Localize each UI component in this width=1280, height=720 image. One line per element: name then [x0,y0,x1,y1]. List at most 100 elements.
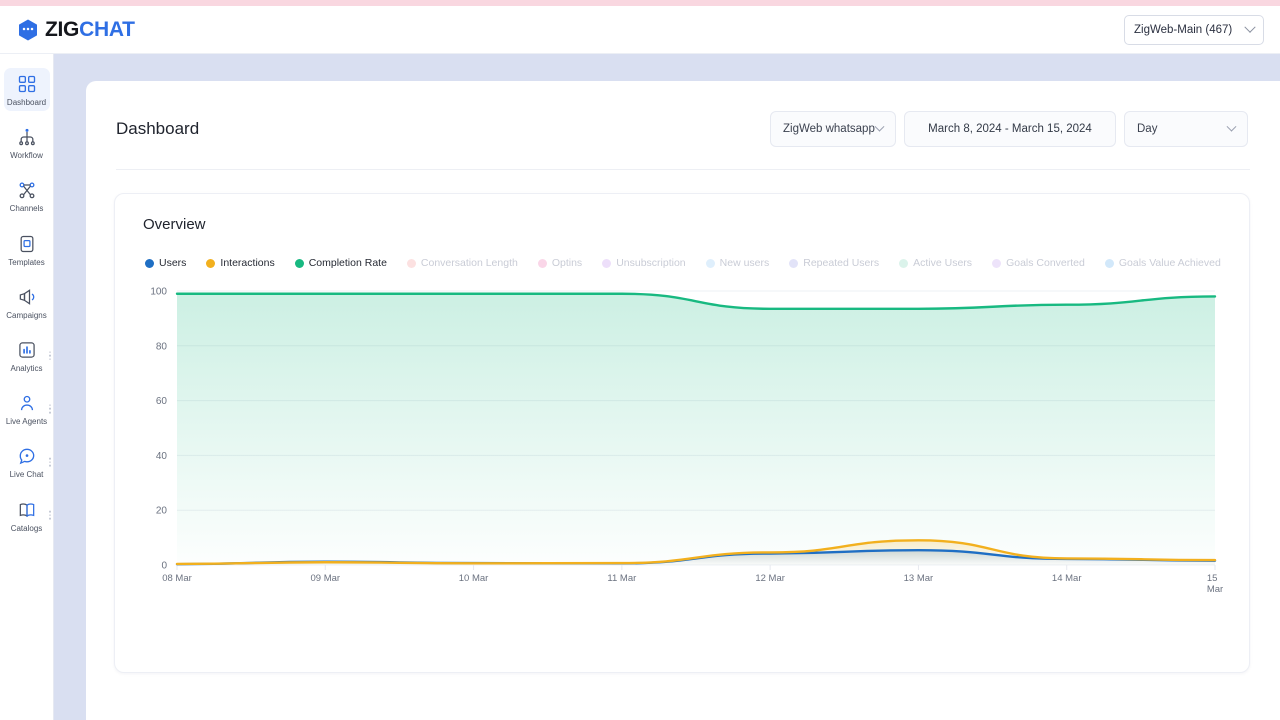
sidebar-item-live-chat[interactable]: Live Chat [4,440,50,483]
channel-filter-select[interactable]: ZigWeb whatsapp [770,111,896,147]
sidebar-item-label: Templates [8,258,44,267]
sidebar-item-label: Campaigns [6,311,46,320]
x-axis-tick-label: 10 Mar [459,573,489,584]
sidebar-item-label: Analytics [10,364,42,373]
legend-item-optins[interactable]: Optins [538,257,582,269]
account-selector-label: ZigWeb-Main (467) [1134,24,1232,36]
legend-color-dot [538,259,547,268]
chevron-down-icon [1244,21,1255,32]
grid-icon [16,73,38,95]
svg-text:100: 100 [150,287,167,298]
legend-color-dot [789,259,798,268]
legend-label: Unsubscription [616,257,685,269]
legend-label: Active Users [913,257,972,269]
legend-item-completion-rate[interactable]: Completion Rate [295,257,387,269]
period-label: Day [1137,123,1157,135]
legend-label: Optins [552,257,582,269]
legend-label: Conversation Length [421,257,518,269]
legend-color-dot [706,259,715,268]
legend-color-dot [295,259,304,268]
brand-text-zig: ZIG [45,18,79,41]
svg-text:60: 60 [156,396,168,407]
sidebar-item-catalogs[interactable]: Catalogs [4,494,50,537]
legend-color-dot [992,259,1001,268]
legend-item-active-users[interactable]: Active Users [899,257,972,269]
legend-label: Completion Rate [309,257,387,269]
chat-bubble-icon [16,445,38,467]
brand-text-chat: CHAT [79,18,135,41]
sidebar-item-label: Live Chat [10,470,44,479]
x-axis-tick-label: 08 Mar [162,573,192,584]
overview-chart-card: Overview Users Interactions Completion Rat… [114,193,1250,673]
sidebar-item-channels[interactable]: Channels [4,174,50,217]
sidebar-item-label: Live Agents [6,417,47,426]
brand-logo[interactable]: ZIGCHAT [16,18,135,42]
app-root: ZIGCHAT ZigWeb-Main (467) Dashboard Workf… [0,0,1280,720]
legend-item-goals-converted[interactable]: Goals Converted [992,257,1085,269]
svg-text:20: 20 [156,506,168,517]
legend-label: Goals Converted [1006,257,1085,269]
legend-color-dot [602,259,611,268]
content-area: Dashboard ZigWeb whatsapp March 8, 2024 … [54,54,1280,720]
legend-label: Users [159,257,186,269]
page-title: Dashboard [116,119,199,139]
legend-item-new-users[interactable]: New users [706,257,770,269]
legend-color-dot [206,259,215,268]
x-axis-tick-label: 11 Mar [607,573,636,584]
chevron-down-icon [875,121,885,131]
sidebar-item-campaigns[interactable]: Campaigns [4,281,50,324]
legend-item-interactions[interactable]: Interactions [206,257,274,269]
user-icon [16,392,38,414]
sidebar-item-label: Workflow [10,151,43,160]
svg-text:0: 0 [161,561,167,572]
account-selector[interactable]: ZigWeb-Main (467) [1124,15,1264,45]
chevron-down-icon [1227,121,1237,131]
channel-filter-label: ZigWeb whatsapp [783,123,875,135]
sidebar-item-label: Catalogs [11,524,43,533]
sidebar-item-workflow[interactable]: Workflow [4,121,50,164]
legend-label: Goals Value Achieved [1119,257,1221,269]
sidebar-item-more-dots-icon [49,511,51,520]
legend-label: Interactions [220,257,274,269]
x-axis-tick-label: 14 Mar [1052,573,1082,584]
top-bar: ZIGCHAT ZigWeb-Main (467) [0,6,1280,54]
legend-color-dot [899,259,908,268]
x-axis-tick-label: 12 Mar [755,573,785,584]
legend-item-repeated-users[interactable]: Repeated Users [789,257,879,269]
sidebar-item-analytics[interactable]: Analytics [4,334,50,377]
sidebar-item-more-dots-icon [49,404,51,413]
sidebar-item-more-dots-icon [49,458,51,467]
sidebar-item-label: Channels [10,204,44,213]
legend-color-dot [407,259,416,268]
legend-color-dot [145,259,154,268]
date-range-picker[interactable]: March 8, 2024 - March 15, 2024 [904,111,1116,147]
page-card: Dashboard ZigWeb whatsapp March 8, 2024 … [86,81,1280,720]
x-axis-tick-label: 09 Mar [310,573,340,584]
x-axis-tick-label: 13 Mar [904,573,934,584]
sidebar-item-label: Dashboard [7,98,46,107]
legend-item-users[interactable]: Users [145,257,186,269]
chart-title: Overview [133,216,1225,233]
megaphone-icon [16,286,38,308]
legend-color-dot [1105,259,1114,268]
date-range-label: March 8, 2024 - March 15, 2024 [928,123,1092,135]
legend-item-unsubscription[interactable]: Unsubscription [602,257,685,269]
svg-text:40: 40 [156,451,168,462]
header-divider [116,169,1250,170]
period-select[interactable]: Day [1124,111,1248,147]
header-controls: ZigWeb whatsapp March 8, 2024 - March 15… [770,111,1248,147]
chart-legend: Users Interactions Completion Rate Conversa… [133,257,1225,269]
legend-item-goals-value-achieved[interactable]: Goals Value Achieved [1105,257,1221,269]
legend-label: New users [720,257,770,269]
x-axis-tick-label: 15 Mar [1207,573,1223,595]
workflow-icon [16,126,38,148]
svg-text:80: 80 [156,341,168,352]
chart-plot-area: 0 20 40 60 80 100 [133,283,1225,573]
sidebar-item-more-dots-icon [49,351,51,360]
sidebar-item-templates[interactable]: Templates [4,228,50,271]
sidebar-item-dashboard[interactable]: Dashboard [4,68,50,111]
legend-item-conversation-length[interactable]: Conversation Length [407,257,518,269]
bar-chart-icon [16,339,38,361]
sidebar-item-live-agents[interactable]: Live Agents [4,387,50,430]
chart-x-axis: 08 Mar 09 Mar 10 Mar 11 Mar 12 Mar 13 Mar 14 M… [133,573,1225,593]
